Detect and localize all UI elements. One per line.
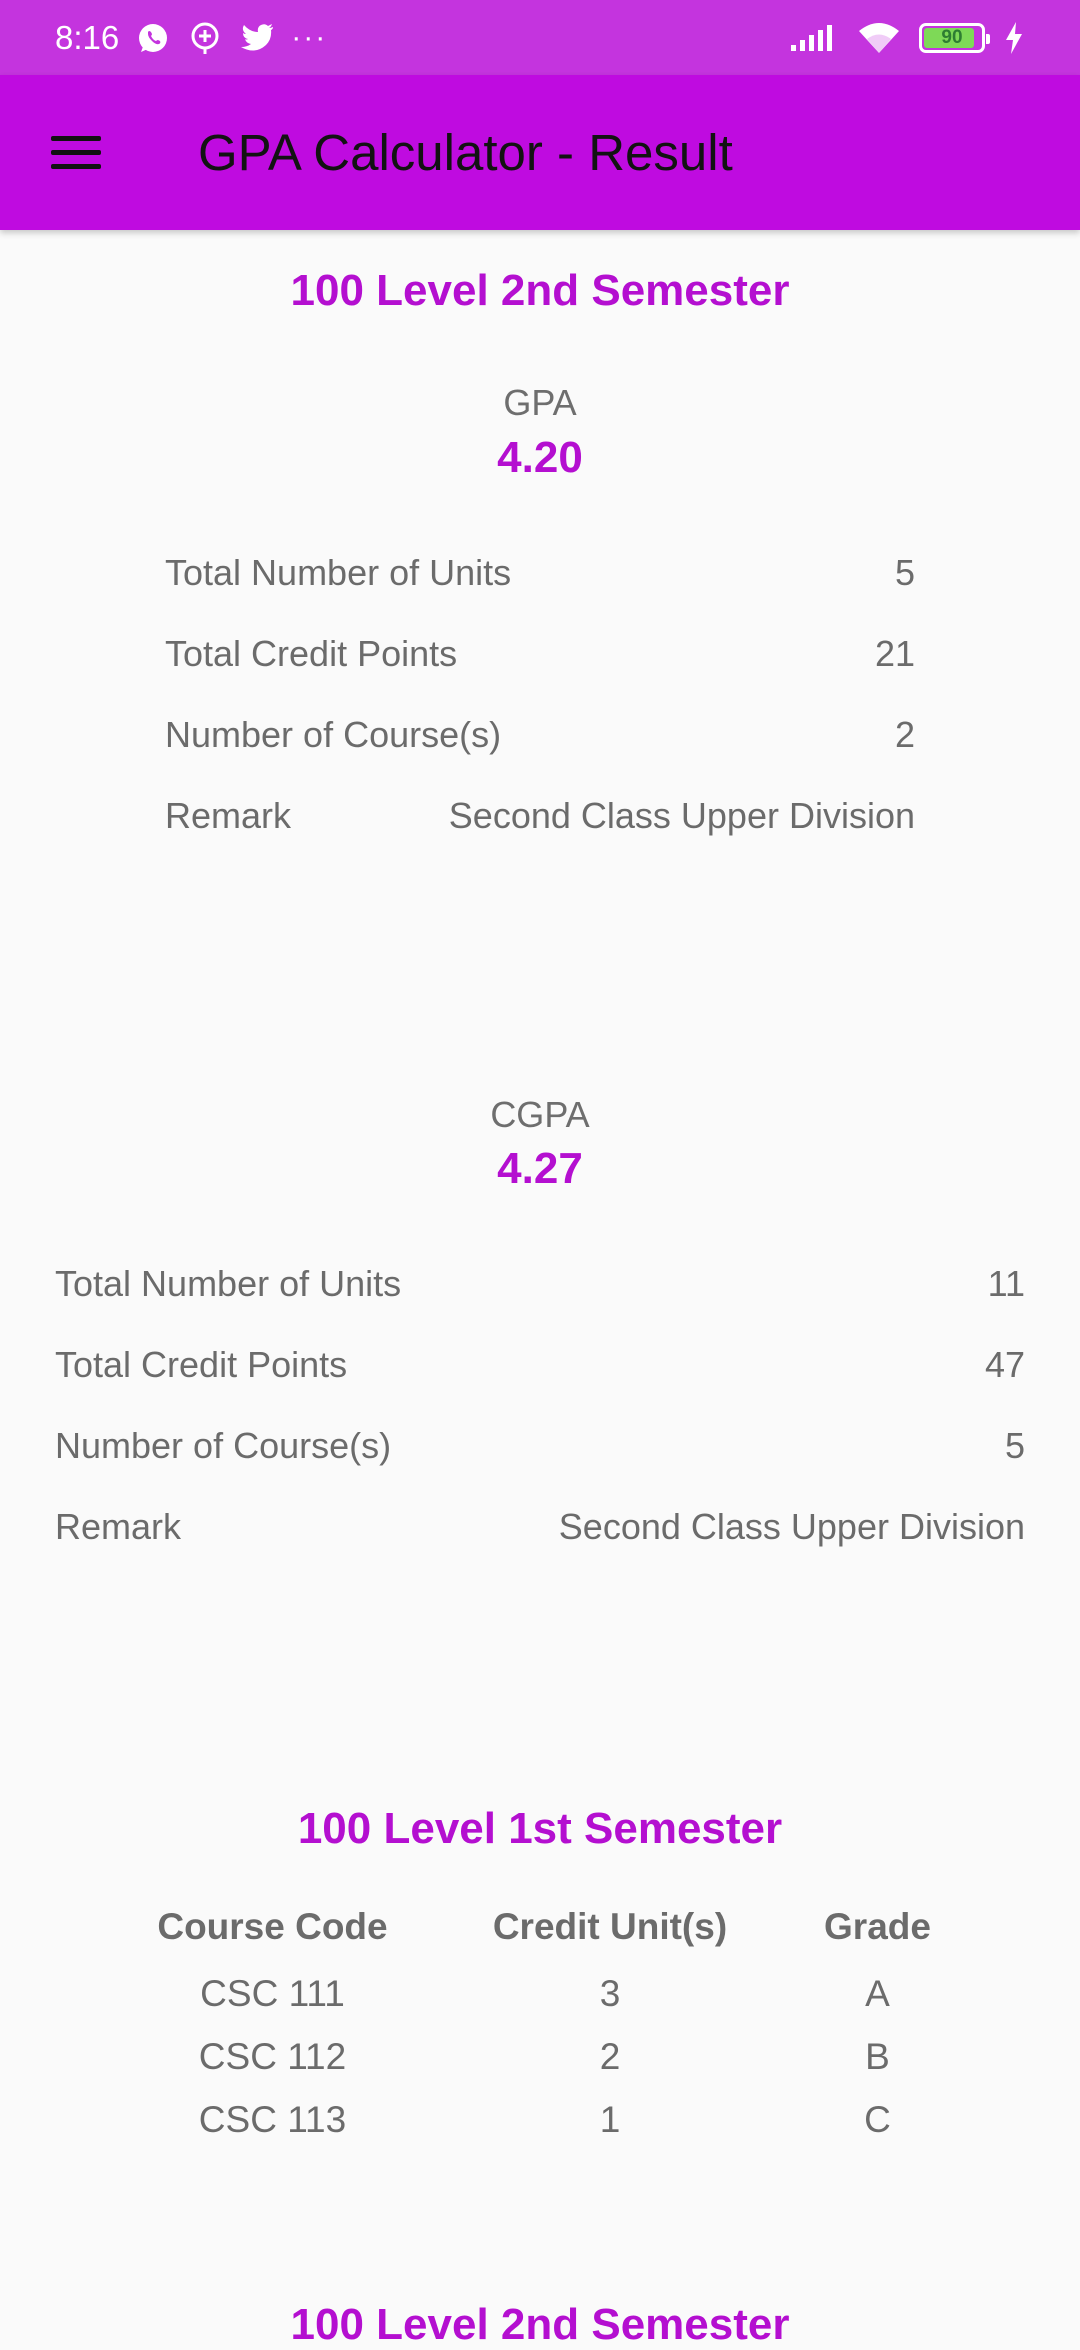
chat-plus-icon [187,20,223,56]
grade: C [864,2098,891,2140]
status-right: 90 [789,20,1025,56]
course-code: CSC 111 [200,1972,345,2014]
course-code: CSC 113 [198,2098,347,2140]
table-row: CSC 112 2 B [130,2025,950,2088]
courses-header-row: Course Code Credit Unit(s) Grade [130,1892,950,1962]
stat-value: 21 [874,632,915,674]
stat-label: Number of Course(s) [55,1424,392,1466]
stat-value: 5 [894,551,915,593]
next-semester-title: 100 Level 2nd Semester [290,2300,790,2349]
stat-label: Total Number of Units [55,1262,402,1304]
stat-label: Number of Course(s) [165,713,502,755]
credit-units: 1 [599,2098,621,2140]
grade: B [865,2035,890,2077]
column-header: Course Code [157,1906,388,1947]
gpa-value: 4.20 [497,433,583,482]
stat-row: Total Credit Points 21 [165,613,915,694]
credit-units: 3 [599,1972,621,2014]
course-code: CSC 112 [198,2035,347,2077]
credit-units: 2 [599,2035,621,2077]
stat-value: 5 [1004,1424,1025,1466]
stat-label: Remark [165,794,292,836]
stat-label: Total Credit Points [165,632,458,674]
gpa-label: GPA [503,382,577,423]
stat-row: Total Number of Units 11 [55,1243,1025,1324]
stat-label: Remark [55,1505,182,1547]
status-bar: 8:16 ··· 90 [0,0,1080,75]
grade: A [865,1972,890,2014]
courses-semester-title: 100 Level 1st Semester [297,1804,783,1853]
signal-icon [789,20,839,56]
cgpa-label: CGPA [490,1094,590,1135]
gpa-semester-title: 100 Level 2nd Semester [290,266,790,315]
stat-value: Second Class Upper Division [448,794,915,836]
stat-value: 2 [894,713,915,755]
status-more: ··· [291,20,328,54]
status-left: 8:16 ··· [55,19,327,57]
stat-row: Number of Course(s) 5 [55,1405,1025,1486]
whatsapp-icon [135,20,171,56]
battery-icon: 90 [919,22,990,53]
stat-value: 11 [987,1262,1025,1304]
stat-label: Total Number of Units [165,551,512,593]
stat-row: Total Number of Units 5 [165,532,915,613]
charging-icon [1003,20,1025,56]
cgpa-value: 4.27 [497,1144,583,1193]
app-bar: GPA Calculator - Result [0,75,1080,230]
courses-table: Course Code Credit Unit(s) Grade CSC 111… [130,1892,950,2151]
column-header: Grade [824,1906,931,1947]
stat-row: Total Credit Points 47 [55,1324,1025,1405]
column-header: Credit Unit(s) [492,1906,728,1947]
gpa-stats: Total Number of Units 5 Total Credit Poi… [165,532,915,856]
wifi-icon [857,20,901,56]
stat-row: Number of Course(s) 2 [165,694,915,775]
app-title: GPA Calculator - Result [198,124,733,181]
stat-row: Remark Second Class Upper Division [165,775,915,856]
cgpa-stats: Total Number of Units 11 Total Credit Po… [55,1243,1025,1567]
battery-level: 90 [941,26,963,48]
stat-value: Second Class Upper Division [558,1505,1025,1547]
stat-row: Remark Second Class Upper Division [55,1486,1025,1567]
stat-value: 47 [984,1343,1025,1385]
status-time: 8:16 [55,18,120,56]
menu-icon[interactable] [37,113,117,193]
stat-label: Total Credit Points [55,1343,348,1385]
table-row: CSC 113 1 C [130,2088,950,2151]
table-row: CSC 111 3 A [130,1962,950,2025]
twitter-icon [239,20,275,56]
